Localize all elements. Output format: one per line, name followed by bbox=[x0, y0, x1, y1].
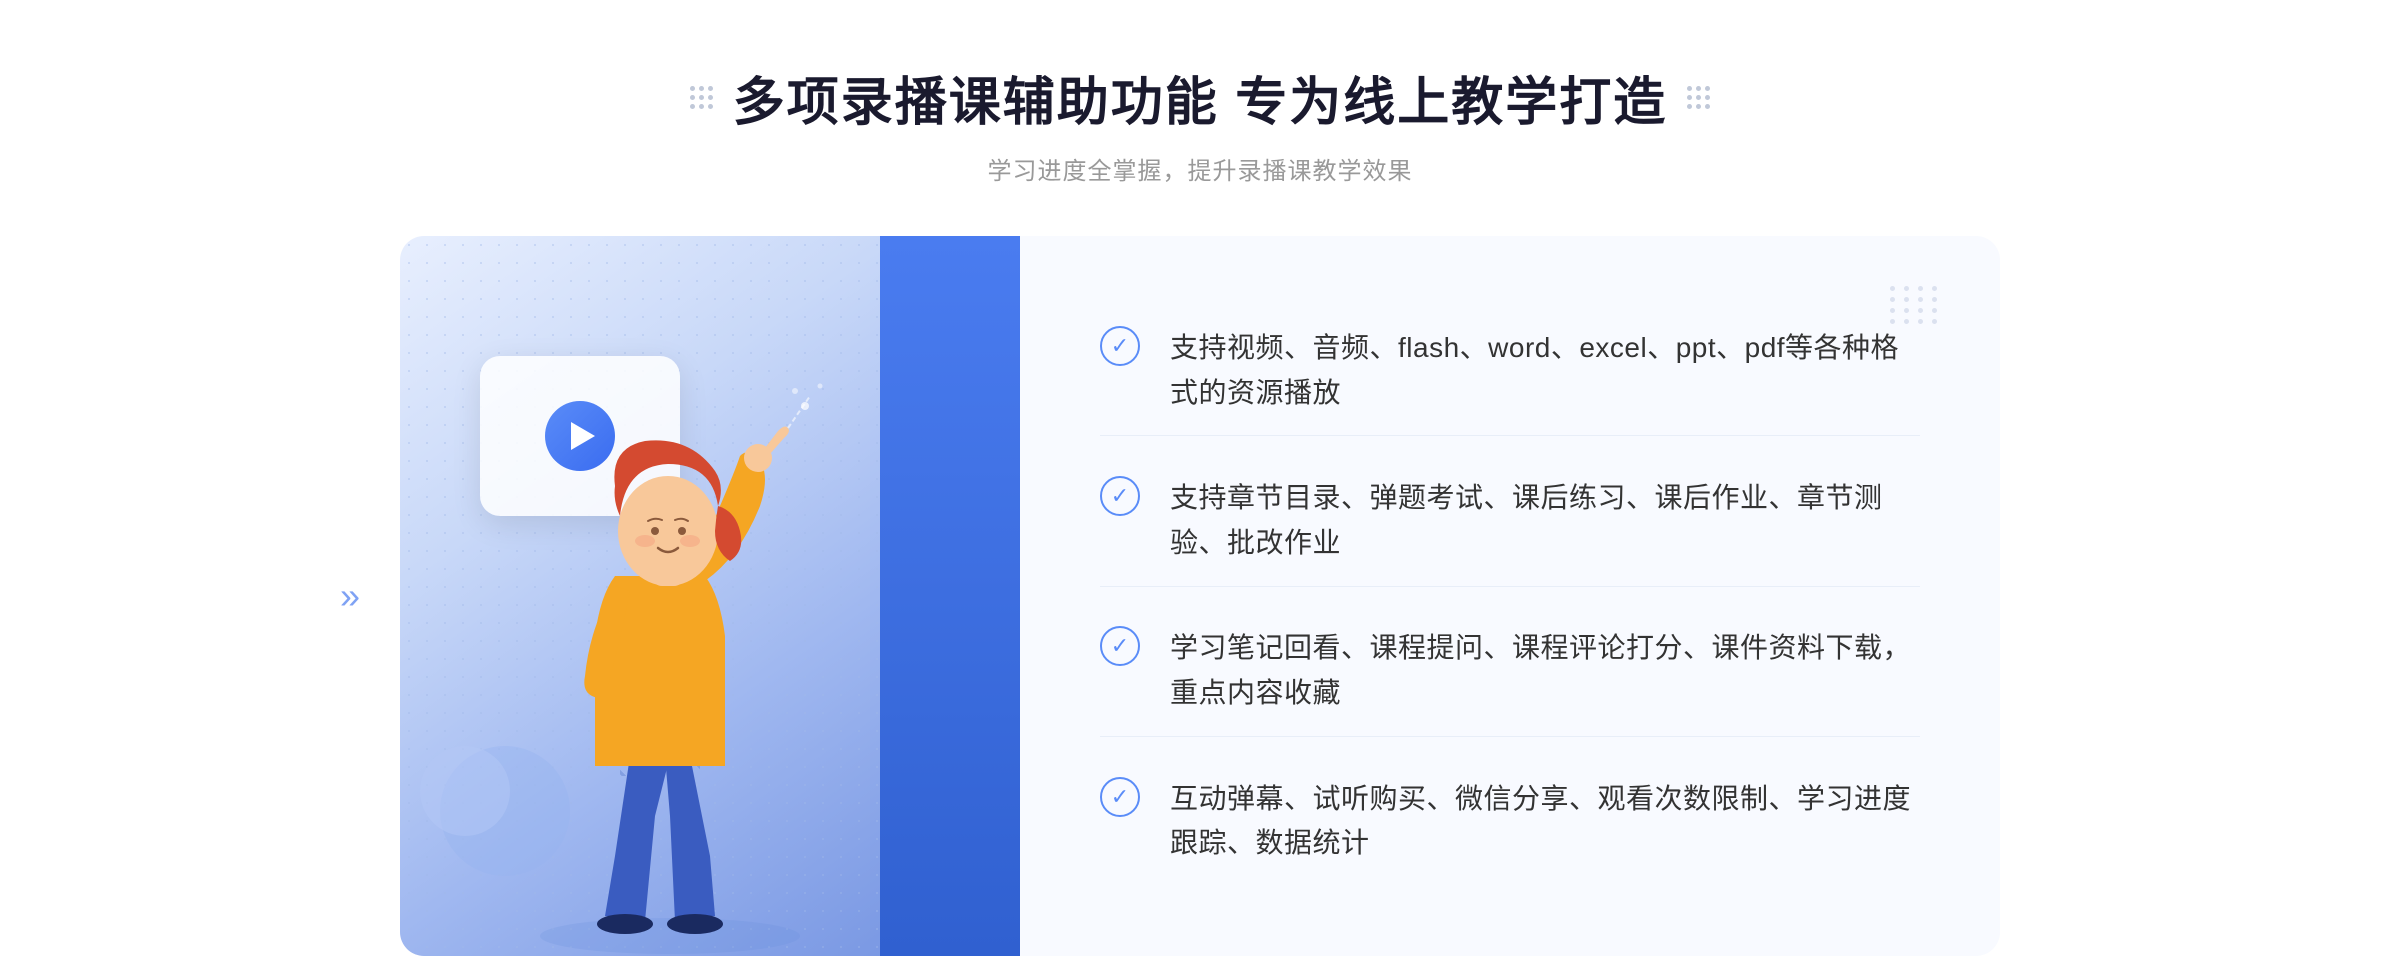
feature-item-2: ✓ 支持章节目录、弹题考试、课后练习、课后作业、章节测验、批改作业 bbox=[1100, 456, 1920, 587]
check-mark-2: ✓ bbox=[1111, 485, 1129, 507]
header-section: 多项录播课辅助功能 专为线上教学打造 学习进度全掌握，提升录播课教学效果 bbox=[690, 60, 1710, 186]
right-decorative-dots bbox=[1687, 86, 1710, 109]
feature-item-4: ✓ 互动弹幕、试听购买、微信分享、观看次数限制、学习进度跟踪、数据统计 bbox=[1100, 757, 1920, 887]
person-illustration bbox=[430, 376, 910, 956]
left-arrow-decoration: » bbox=[340, 575, 360, 617]
feature-text-1: 支持视频、音频、flash、word、excel、ppt、pdf等各种格式的资源… bbox=[1170, 326, 1920, 416]
subtitle: 学习进度全掌握，提升录播课教学效果 bbox=[690, 151, 1710, 186]
check-mark-3: ✓ bbox=[1111, 635, 1129, 657]
check-circle-2: ✓ bbox=[1100, 476, 1140, 516]
check-mark-4: ✓ bbox=[1111, 786, 1129, 808]
left-decorative-dots bbox=[690, 86, 713, 109]
feature-text-4: 互动弹幕、试听购买、微信分享、观看次数限制、学习进度跟踪、数据统计 bbox=[1170, 777, 1920, 867]
check-circle-3: ✓ bbox=[1100, 626, 1140, 666]
feature-text-3: 学习笔记回看、课程提问、课程评论打分、课件资料下载，重点内容收藏 bbox=[1170, 626, 1920, 716]
check-mark-1: ✓ bbox=[1111, 335, 1129, 357]
page-wrapper: 多项录播课辅助功能 专为线上教学打造 学习进度全掌握，提升录播课教学效果 » bbox=[0, 0, 2400, 974]
content-area: » bbox=[400, 236, 2000, 956]
main-title: 多项录播课辅助功能 专为线上教学打造 bbox=[733, 60, 1667, 135]
feature-text-2: 支持章节目录、弹题考试、课后练习、课后作业、章节测验、批改作业 bbox=[1170, 476, 1920, 566]
illustration-area bbox=[400, 236, 1020, 956]
check-circle-1: ✓ bbox=[1100, 326, 1140, 366]
check-circle-4: ✓ bbox=[1100, 777, 1140, 817]
feature-item-1: ✓ 支持视频、音频、flash、word、excel、ppt、pdf等各种格式的… bbox=[1100, 306, 1920, 437]
header-title-row: 多项录播课辅助功能 专为线上教学打造 bbox=[690, 60, 1710, 135]
features-panel: ✓ 支持视频、音频、flash、word、excel、ppt、pdf等各种格式的… bbox=[1020, 236, 2000, 956]
feature-item-3: ✓ 学习笔记回看、课程提问、课程评论打分、课件资料下载，重点内容收藏 bbox=[1100, 606, 1920, 737]
right-deco-dots bbox=[1890, 286, 1940, 324]
